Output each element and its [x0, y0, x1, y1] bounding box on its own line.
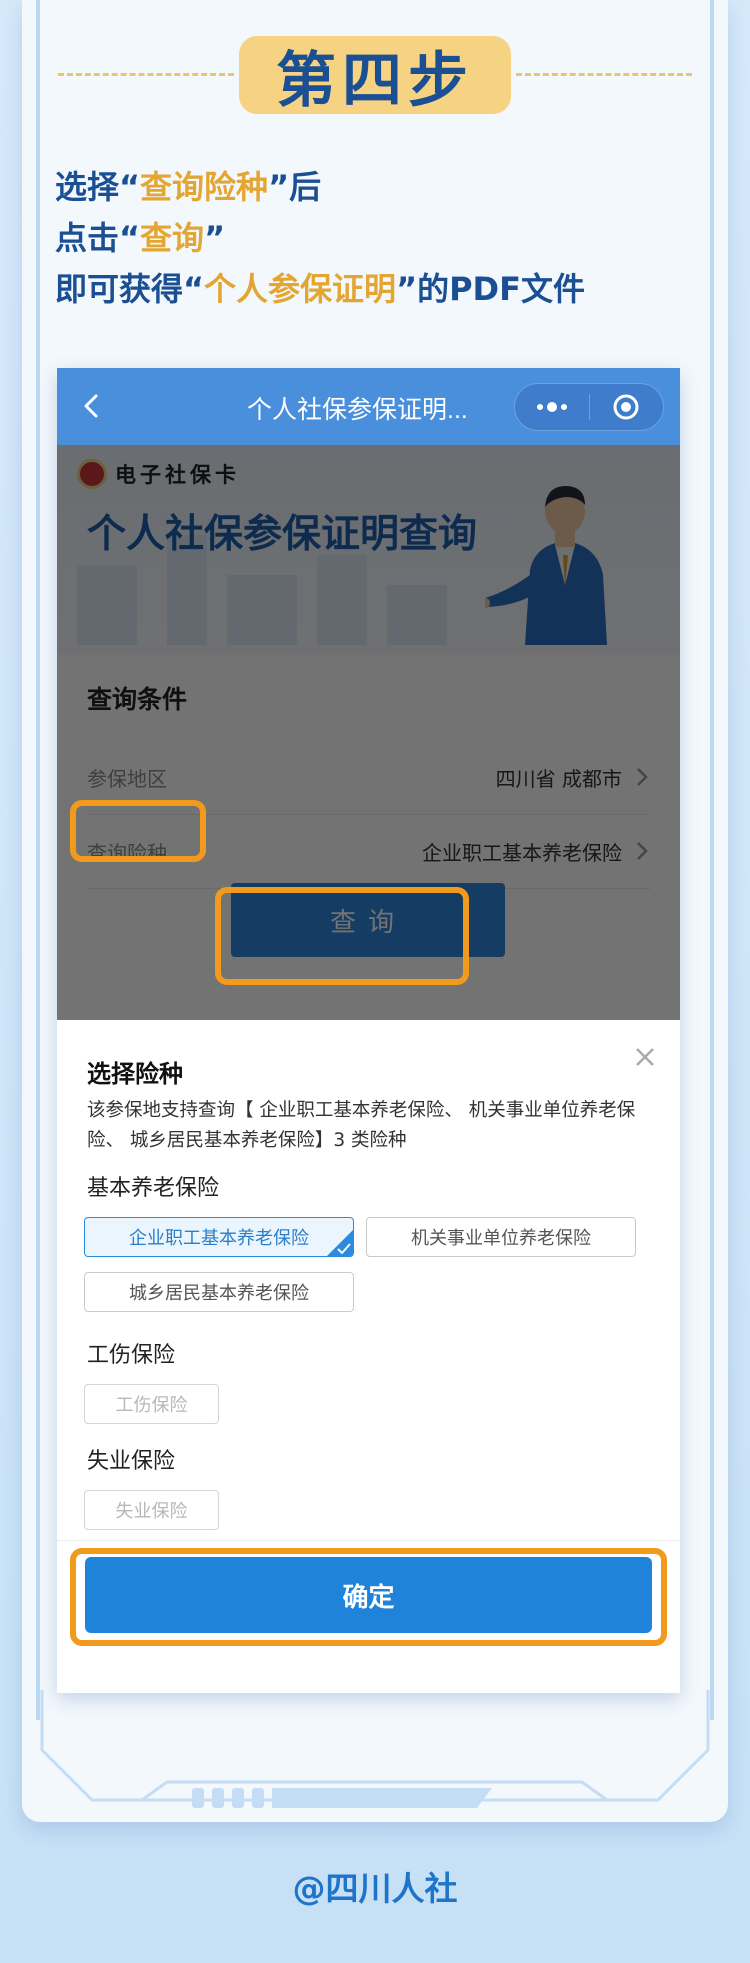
target-circle-icon	[613, 394, 639, 420]
checkmark-icon	[337, 1243, 351, 1254]
more-button[interactable]	[515, 384, 589, 430]
hero-bg-building	[77, 565, 137, 645]
businessman-illustration-icon	[485, 485, 607, 645]
option-label: 企业职工基本养老保险	[129, 1228, 309, 1249]
back-arrow-icon[interactable]	[77, 391, 107, 421]
section-basic-pension: 基本养老保险	[87, 1176, 220, 1201]
hero-banner: 电子社保卡 个人社保参保证明查询	[57, 445, 680, 645]
instruction-text: 选择“查询险种”后 点击“查询” 即可获得“个人参保证明”的PDF文件	[55, 162, 585, 315]
instruction-text-plain: 选择“	[55, 168, 141, 206]
option-institution-pension[interactable]: 机关事业单位养老保险	[366, 1217, 636, 1257]
step-badge: 第四步	[239, 36, 511, 116]
row-label: 参保地区	[87, 767, 167, 791]
instruction-line-3: 即可获得“个人参保证明”的PDF文件	[55, 264, 585, 315]
close-icon[interactable]	[632, 1044, 658, 1070]
phone-screenshot: 个人社保参保证明... 电子社保卡 个人社保参保证明查询 查询条件 参保地区 四…	[57, 368, 680, 1693]
hero-bg-building	[227, 575, 297, 645]
capsule-menu	[514, 383, 664, 431]
highlight-confirm-button	[70, 1548, 667, 1646]
option-unemployment[interactable]: 失业保险	[84, 1490, 219, 1530]
section-work-injury: 工伤保险	[87, 1343, 176, 1368]
instruction-line-1: 选择“查询险种”后	[55, 162, 585, 213]
hero-bg-building	[387, 585, 447, 645]
close-miniprogram-button[interactable]	[590, 384, 664, 430]
logo-text: 电子社保卡	[115, 462, 240, 487]
more-dots-icon	[536, 402, 567, 412]
option-label: 机关事业单位养老保险	[411, 1228, 591, 1249]
chevron-right-icon	[637, 842, 648, 860]
tech-frame-decoration	[40, 1690, 710, 1808]
row-value: 四川省 成都市	[495, 767, 622, 791]
card-rail-right	[710, 0, 714, 1720]
chevron-right-icon	[637, 768, 648, 786]
highlight-insurance-type	[70, 800, 206, 862]
option-resident-pension[interactable]: 城乡居民基本养老保险	[84, 1272, 354, 1312]
option-label: 工伤保险	[115, 1395, 188, 1416]
sheet-title: 选择险种	[87, 1060, 183, 1088]
option-work-injury[interactable]: 工伤保险	[84, 1384, 219, 1424]
dashed-divider-left	[58, 73, 234, 76]
section-unemployment: 失业保险	[87, 1449, 176, 1474]
instruction-line-2: 点击“查询”	[55, 213, 585, 264]
miniprogram-navbar: 个人社保参保证明...	[57, 368, 680, 445]
card-rail-left	[36, 0, 40, 1720]
step-badge-label: 第四步	[276, 45, 474, 116]
highlight-query-button	[215, 887, 469, 985]
option-label: 城乡居民基本养老保险	[129, 1283, 309, 1304]
instruction-text-plain: ”	[204, 219, 226, 257]
sheet-description: 该参保地支持查询【 企业职工基本养老保险、 机关事业单位养老保险、 城乡居民基本…	[87, 1100, 636, 1151]
instruction-text-plain: 即可获得“	[55, 270, 205, 308]
instruction-highlight: 个人参保证明	[204, 270, 397, 308]
option-label: 失业保险	[115, 1501, 188, 1522]
hero-title: 个人社保参保证明查询	[87, 512, 478, 557]
footer-handle: @四川人社	[292, 1869, 458, 1908]
instruction-text-plain: ”后	[268, 168, 322, 206]
logo-seal-icon	[77, 459, 107, 489]
hero-bg-building	[317, 555, 367, 645]
dashed-divider-right	[516, 73, 692, 76]
instruction-text-plain: ”的PDF文件	[396, 270, 585, 308]
sheet-divider	[57, 1540, 680, 1541]
social-security-card-logo: 电子社保卡	[77, 459, 240, 489]
option-enterprise-pension[interactable]: 企业职工基本养老保险	[84, 1217, 354, 1257]
instruction-text-plain: 点击“	[55, 219, 141, 257]
row-value: 企业职工基本养老保险	[422, 841, 622, 865]
section-title: 查询条件	[87, 685, 188, 714]
instruction-highlight: 查询险种	[140, 168, 269, 206]
nav-title: 个人社保参保证明...	[247, 396, 468, 424]
instruction-highlight: 查询	[140, 219, 205, 257]
